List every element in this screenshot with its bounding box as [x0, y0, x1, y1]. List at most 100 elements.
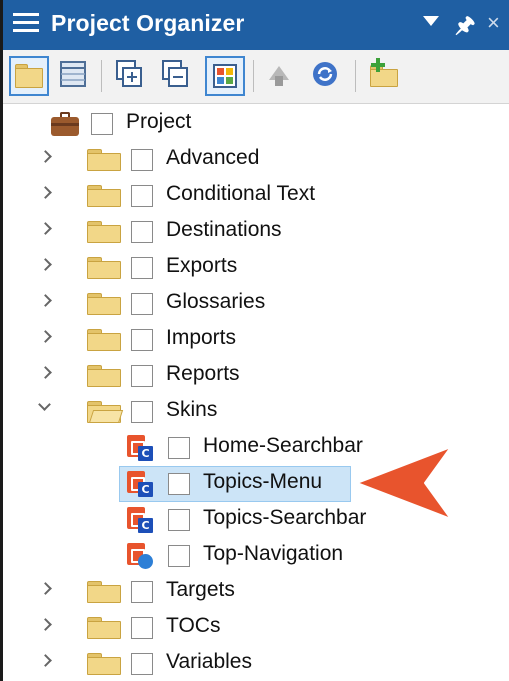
tree-item-label: Exports	[166, 254, 238, 277]
folder-icon	[87, 185, 121, 207]
toolbar	[3, 50, 509, 104]
tree-item-label: TOCs	[166, 614, 221, 637]
chevron-right-icon[interactable]	[39, 366, 52, 379]
tree-folder-exports[interactable]: Exports	[3, 250, 509, 286]
toolbar-separator	[101, 60, 102, 92]
briefcase-icon	[51, 112, 79, 136]
tree-item-label: Variables	[166, 650, 252, 673]
tree-item-label: Glossaries	[166, 290, 266, 313]
checkbox[interactable]	[131, 581, 153, 603]
show-colors-button[interactable]	[205, 56, 245, 96]
checkbox[interactable]	[131, 401, 153, 423]
chevron-right-icon[interactable]	[39, 222, 52, 235]
tree-folder-glossaries[interactable]: Glossaries	[3, 286, 509, 322]
tree-folder-reports[interactable]: Reports	[3, 358, 509, 394]
list-view-icon	[60, 61, 86, 87]
folder-icon	[87, 653, 121, 675]
chevron-right-icon[interactable]	[39, 330, 52, 343]
checkbox[interactable]	[131, 293, 153, 315]
checkbox[interactable]	[91, 113, 113, 135]
chevron-right-icon[interactable]	[39, 582, 52, 595]
tree-folder-variables[interactable]: Variables	[3, 646, 509, 681]
skin-file-icon: C	[127, 435, 153, 461]
toolbar-separator	[355, 60, 356, 92]
hamburger-menu-icon[interactable]	[13, 13, 39, 35]
checkbox[interactable]	[131, 257, 153, 279]
checkbox[interactable]	[131, 329, 153, 351]
callout-arrow-icon	[356, 446, 452, 520]
tree-item-label: Project	[126, 110, 192, 133]
checkbox[interactable]	[168, 437, 190, 459]
plus-icon	[371, 58, 385, 72]
chevron-right-icon[interactable]	[39, 294, 52, 307]
checkbox[interactable]	[168, 509, 190, 531]
refresh-icon	[313, 62, 337, 86]
tree-item-label: Home-Searchbar	[203, 434, 363, 457]
folder-icon	[87, 221, 121, 243]
tree-folder-skins[interactable]: Skins	[3, 394, 509, 430]
tree-item-label: Targets	[166, 578, 235, 601]
checkbox[interactable]	[131, 365, 153, 387]
tree-item-label: Topics-Menu	[203, 470, 323, 493]
tree-item-label: Reports	[166, 362, 240, 385]
skin-file-icon: C	[127, 471, 153, 497]
tree-item-label: Advanced	[166, 146, 260, 169]
folder-view-icon	[15, 64, 43, 88]
new-folder-button[interactable]	[365, 56, 405, 96]
checkbox[interactable]	[131, 221, 153, 243]
checkbox[interactable]	[131, 653, 153, 675]
chevron-down-icon[interactable]	[38, 398, 51, 411]
tree-item-label: Conditional Text	[166, 182, 316, 205]
chevron-right-icon[interactable]	[39, 654, 52, 667]
title-bar: Project Organizer 🖈 ×	[3, 0, 509, 50]
chevron-right-icon[interactable]	[39, 258, 52, 271]
triangle-down-icon[interactable]	[423, 16, 439, 26]
tree-folder-targets[interactable]: Targets	[3, 574, 509, 610]
folder-icon	[87, 617, 121, 639]
chevron-right-icon[interactable]	[39, 150, 52, 163]
tree-folder-advanced[interactable]: Advanced	[3, 142, 509, 178]
close-icon[interactable]: ×	[487, 10, 500, 36]
checkbox[interactable]	[168, 545, 190, 567]
checkbox[interactable]	[131, 149, 153, 171]
chevron-right-icon[interactable]	[39, 186, 52, 199]
tree-folder-conditional-text[interactable]: Conditional Text	[3, 178, 509, 214]
folder-icon	[87, 581, 121, 603]
collapse-all-button[interactable]	[157, 56, 197, 96]
tree-root-project[interactable]: Project	[3, 106, 509, 142]
tree-item-label: Imports	[166, 326, 237, 349]
folder-icon	[87, 329, 121, 351]
bind-to-source-control-icon	[269, 66, 289, 86]
folder-icon	[87, 257, 121, 279]
expand-all-button[interactable]	[111, 56, 151, 96]
checkbox[interactable]	[131, 185, 153, 207]
toolbar-separator	[253, 60, 254, 92]
skin-file-icon: C	[127, 507, 153, 533]
project-organizer-panel: Project Organizer 🖈 × Project Advanced C…	[0, 0, 509, 681]
folder-view-button[interactable]	[9, 56, 49, 96]
tree-item-label: Skins	[166, 398, 218, 421]
skin-file-icon	[127, 543, 153, 569]
list-view-button[interactable]	[55, 56, 95, 96]
collapse-all-icon	[162, 60, 188, 87]
tree-folder-tocs[interactable]: TOCs	[3, 610, 509, 646]
tree-skin-top-navigation[interactable]: Top-Navigation	[3, 538, 509, 574]
tree-item-label: Destinations	[166, 218, 282, 241]
folder-icon	[87, 365, 121, 387]
checkbox[interactable]	[168, 473, 190, 495]
show-colors-icon	[213, 64, 237, 88]
folder-icon	[87, 293, 121, 315]
expand-all-icon	[116, 60, 142, 87]
bind-to-source-control-button[interactable]	[261, 56, 301, 96]
chevron-right-icon[interactable]	[39, 618, 52, 631]
panel-title: Project Organizer	[51, 10, 245, 36]
folder-icon	[87, 149, 121, 171]
checkbox[interactable]	[131, 617, 153, 639]
tree-item-label: Topics-Searchbar	[203, 506, 367, 529]
tree-folder-imports[interactable]: Imports	[3, 322, 509, 358]
pin-icon[interactable]: 🖈	[455, 8, 475, 46]
tree-folder-destinations[interactable]: Destinations	[3, 214, 509, 250]
tree-item-label: Top-Navigation	[203, 542, 344, 565]
folder-open-icon	[87, 401, 124, 423]
refresh-button[interactable]	[307, 56, 347, 96]
